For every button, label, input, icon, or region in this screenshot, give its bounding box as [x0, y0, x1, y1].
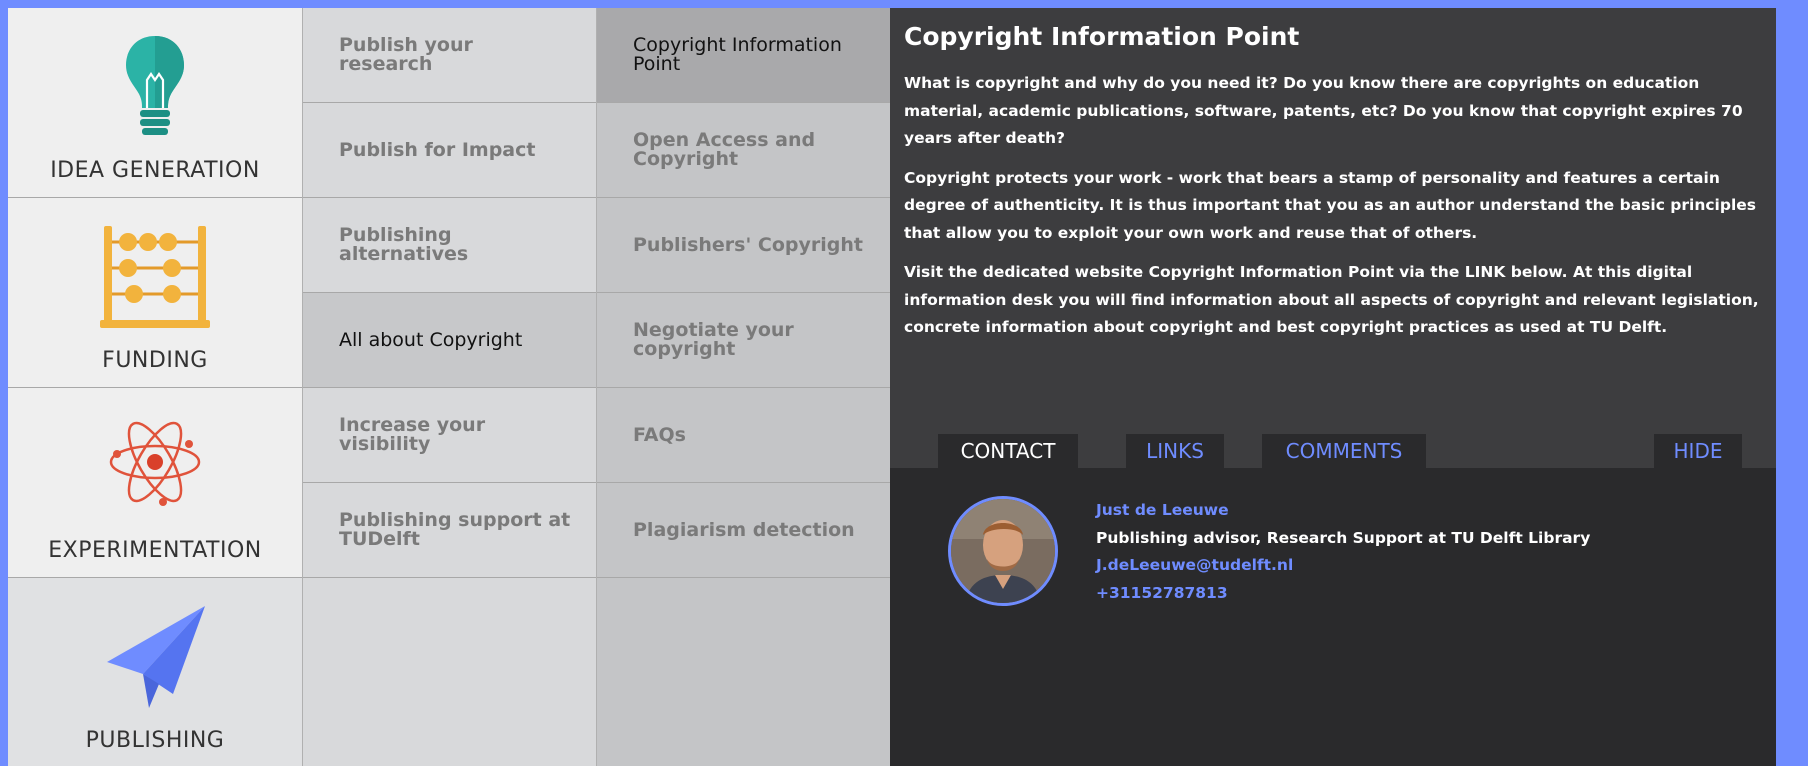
- category-experimentation[interactable]: EXPERIMENTATION: [8, 388, 302, 578]
- content-title: Copyright Information Point: [904, 22, 1300, 51]
- category-label: PUBLISHING: [85, 728, 225, 753]
- topic-item[interactable]: FAQs: [597, 388, 890, 483]
- abacus-icon: [100, 226, 210, 328]
- contact-info: Just de Leeuwe Publishing advisor, Resea…: [1096, 497, 1590, 607]
- topic-column: Copyright Information Point Open Access …: [596, 8, 890, 766]
- category-column: IDEA GENERATION FUNDING EXPERIMENTATION …: [8, 8, 302, 766]
- app-frame: IDEA GENERATION FUNDING EXPERIMENTATION …: [8, 8, 1776, 766]
- contact-role: Publishing advisor, Research Support at …: [1096, 528, 1591, 547]
- topic-item[interactable]: Negotiate your copyright: [597, 293, 890, 388]
- category-funding[interactable]: FUNDING: [8, 198, 302, 388]
- contact-name-link[interactable]: Just de Leeuwe: [1096, 497, 1590, 525]
- content-paragraph: Copyright protects your work - work that…: [904, 168, 1757, 242]
- category-publishing[interactable]: PUBLISHING: [8, 578, 302, 766]
- subcategory-item[interactable]: Publish your research: [303, 8, 596, 103]
- category-label: EXPERIMENTATION: [48, 538, 262, 563]
- tab-comments[interactable]: COMMENTS: [1262, 434, 1426, 468]
- content-panel: Copyright Information Point What is copy…: [890, 8, 1776, 766]
- category-idea-generation[interactable]: IDEA GENERATION: [8, 8, 302, 198]
- content-body: What is copyright and why do you need it…: [904, 70, 1764, 354]
- subcategory-item[interactable]: Publish for Impact: [303, 103, 596, 198]
- topic-item-active[interactable]: Copyright Information Point: [597, 8, 890, 103]
- paper-plane-icon: [107, 606, 205, 708]
- content-paragraph: What is copyright and why do you need it…: [904, 74, 1743, 147]
- content-description: Copyright Information Point What is copy…: [890, 8, 1776, 468]
- content-paragraph: Visit the dedicated website Copyright In…: [904, 263, 1759, 336]
- category-label: IDEA GENERATION: [50, 158, 260, 183]
- tab-links[interactable]: LINKS: [1126, 434, 1224, 468]
- tab-contact[interactable]: CONTACT: [938, 434, 1078, 468]
- subcategory-item-active[interactable]: All about Copyright: [303, 293, 596, 388]
- atom-icon: [109, 421, 201, 506]
- topic-item[interactable]: Publishers' Copyright: [597, 198, 890, 293]
- subcategory-item[interactable]: Publishing support at TUDelft: [303, 483, 596, 578]
- avatar: [948, 496, 1058, 606]
- category-label: FUNDING: [102, 348, 208, 373]
- subcategory-item[interactable]: Increase your visibility: [303, 388, 596, 483]
- person-photo-icon: [951, 499, 1055, 603]
- topic-item[interactable]: Plagiarism detection: [597, 483, 890, 578]
- subcategory-column: Publish your research Publish for Impact…: [302, 8, 596, 766]
- contact-phone-link[interactable]: +31152787813: [1096, 580, 1590, 608]
- lightbulb-icon: [126, 36, 184, 135]
- contact-email-link[interactable]: J.deLeeuwe@tudelft.nl: [1096, 552, 1590, 580]
- page-edge-strip: [1776, 0, 1808, 766]
- subcategory-item[interactable]: Publishing alternatives: [303, 198, 596, 293]
- hide-button[interactable]: HIDE: [1654, 434, 1742, 468]
- topic-item[interactable]: Open Access and Copyright: [597, 103, 890, 198]
